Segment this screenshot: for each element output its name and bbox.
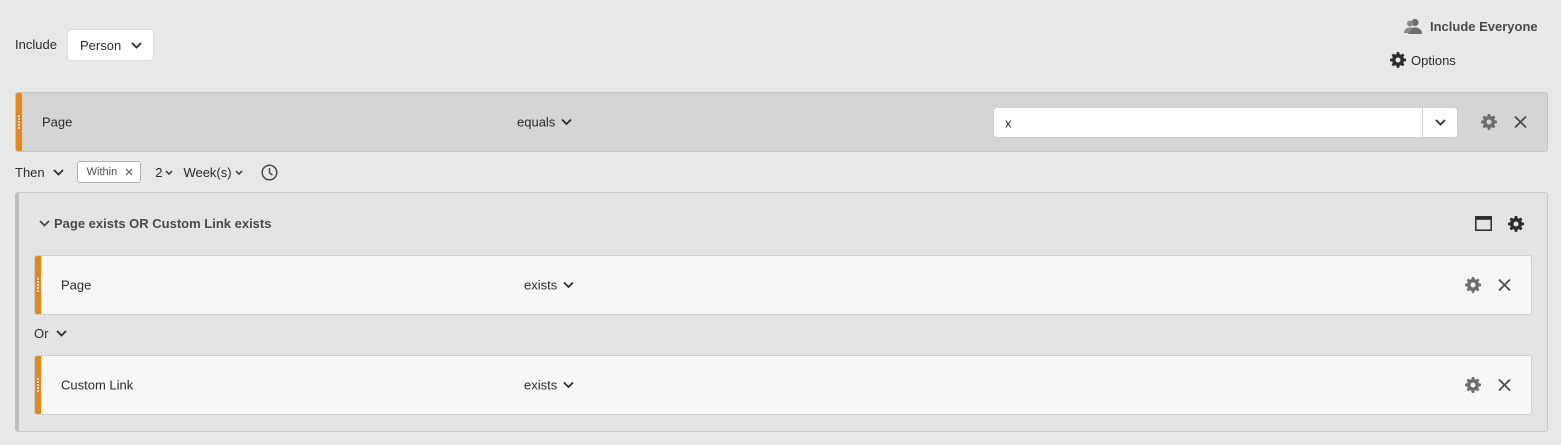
container-title-label: Page exists OR Custom Link exists bbox=[54, 216, 272, 231]
sub-rule-row[interactable]: Custom Link exists bbox=[34, 355, 1532, 415]
gear-icon[interactable] bbox=[1481, 114, 1497, 130]
gear-icon[interactable] bbox=[1508, 216, 1524, 232]
chevron-down-icon[interactable] bbox=[39, 220, 50, 227]
gear-icon[interactable] bbox=[1465, 277, 1481, 293]
drag-handle[interactable] bbox=[35, 256, 41, 314]
chevron-down-icon bbox=[165, 170, 173, 175]
operator-label: exists bbox=[524, 377, 558, 393]
chevron-down-icon bbox=[563, 281, 574, 289]
main-rule-dimension: Page bbox=[42, 114, 73, 130]
sequence-then-row: Then Within 2 Week(s) bbox=[15, 161, 278, 183]
drag-handle[interactable] bbox=[35, 356, 41, 414]
close-icon[interactable] bbox=[1514, 115, 1527, 129]
include-type-select[interactable]: Person bbox=[67, 29, 154, 61]
chevron-down-icon bbox=[56, 330, 68, 337]
people-icon bbox=[1404, 18, 1422, 34]
close-icon[interactable] bbox=[1498, 278, 1511, 292]
gear-icon[interactable] bbox=[1465, 377, 1481, 393]
options-button[interactable]: Options bbox=[1390, 52, 1456, 68]
drag-handle[interactable] bbox=[16, 93, 22, 151]
main-rule-row[interactable]: Page equals x bbox=[15, 92, 1548, 152]
chevron-down-icon bbox=[131, 41, 142, 49]
or-operator-select[interactable]: Or bbox=[34, 326, 68, 341]
container-title[interactable]: Page exists OR Custom Link exists bbox=[39, 216, 271, 231]
include-label: Include bbox=[15, 37, 57, 52]
sub-rule-dimension: Custom Link bbox=[61, 377, 134, 393]
chevron-down-icon bbox=[561, 118, 572, 126]
chevron-down-icon bbox=[235, 170, 243, 175]
chevron-down-icon bbox=[563, 381, 574, 389]
clock-icon[interactable] bbox=[261, 163, 278, 181]
chevron-down-icon bbox=[53, 168, 64, 176]
include-everyone-label: Include Everyone bbox=[1430, 18, 1538, 34]
chevron-down-icon bbox=[1434, 119, 1446, 126]
sub-rule-operator-select[interactable]: exists bbox=[524, 378, 574, 393]
or-label: Or bbox=[34, 326, 49, 341]
gear-icon bbox=[1390, 52, 1406, 68]
value-dropdown-button[interactable] bbox=[1422, 108, 1457, 137]
sub-rule-dimension: Page bbox=[61, 277, 92, 293]
within-number: 2 bbox=[155, 164, 163, 180]
within-chip[interactable]: Within bbox=[76, 161, 142, 183]
within-unit-select[interactable]: Week(s) bbox=[183, 164, 243, 180]
main-rule-operator-select[interactable]: equals bbox=[517, 115, 572, 130]
close-icon[interactable] bbox=[125, 168, 133, 176]
value-input[interactable]: x bbox=[1005, 115, 1012, 130]
close-icon[interactable] bbox=[1498, 378, 1511, 392]
sub-rule-operator-select[interactable]: exists bbox=[524, 278, 574, 293]
include-type-value: Person bbox=[80, 37, 122, 53]
options-label: Options bbox=[1411, 52, 1456, 68]
operator-label: equals bbox=[517, 114, 556, 130]
within-chip-label: Within bbox=[86, 166, 118, 178]
sub-rule-row[interactable]: Page exists bbox=[34, 255, 1532, 315]
within-unit: Week(s) bbox=[183, 164, 232, 180]
include-everyone-button[interactable]: Include Everyone bbox=[1404, 18, 1538, 34]
within-number-select[interactable]: 2 bbox=[155, 165, 173, 180]
collapse-panel-icon[interactable] bbox=[1475, 216, 1492, 231]
then-operator-select[interactable]: Then bbox=[15, 165, 64, 180]
operator-label: exists bbox=[524, 277, 558, 293]
value-combobox[interactable]: x bbox=[993, 107, 1458, 138]
then-label: Then bbox=[15, 164, 45, 180]
